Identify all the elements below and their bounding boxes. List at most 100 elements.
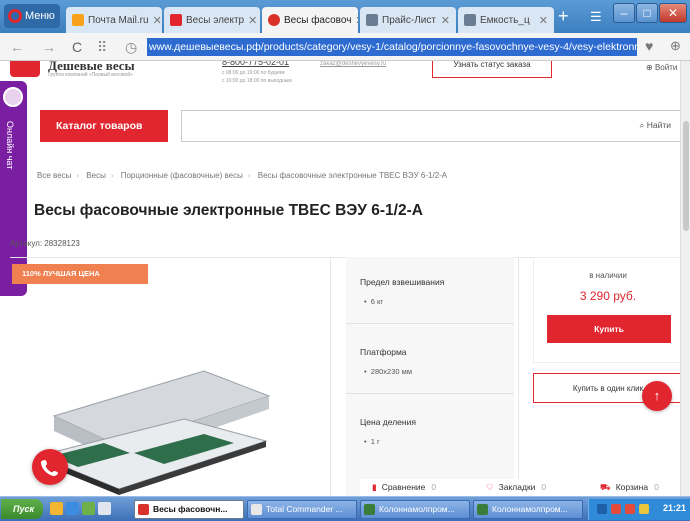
working-hours-weekdays: с 08:00 до 19:00 по будням	[222, 70, 285, 76]
total-commander-icon	[251, 504, 262, 515]
tab-label: Весы электр	[186, 14, 245, 26]
compare-icon: ▮	[372, 482, 377, 492]
price: 3 290 руб.	[579, 289, 637, 303]
divider	[346, 393, 514, 394]
taskbar-item-spreadsheet[interactable]: Колоннамолпром...	[360, 500, 470, 519]
url-field[interactable]: www.дешевыевесы.рф/products/category/ves…	[147, 38, 637, 56]
quicklaunch-icon[interactable]	[98, 502, 111, 515]
heart-icon[interactable]: ♥	[645, 38, 653, 54]
divider	[346, 323, 514, 324]
taskbar-item-spreadsheet[interactable]: Колоннамолпром...	[473, 500, 583, 519]
tray-icon[interactable]	[597, 504, 607, 514]
sku: Артикул: 28328123	[10, 239, 80, 248]
browser-menu-button[interactable]: Меню	[4, 4, 60, 28]
bottom-action-bar: ▮ Сравнение 0 ♡ Закладки 0 ⛟ Корзина 0	[360, 479, 680, 496]
search-icon: ⌕	[639, 120, 645, 130]
sku-label: Артикул:	[10, 239, 43, 248]
sku-value: 28328123	[44, 239, 80, 248]
spec-value-text: 280х230 мм	[370, 367, 412, 376]
tab-container[interactable]: Емкость_ц ✕	[458, 7, 554, 33]
quicklaunch-icon[interactable]	[82, 502, 95, 515]
windows-taskbar: Пуск Весы фасовочн... Total Commander ..…	[0, 496, 690, 521]
breadcrumb-separator: ›	[247, 171, 251, 180]
download-icon[interactable]: ⊕	[670, 38, 681, 54]
document-favicon-icon	[464, 14, 476, 26]
web-page: Дешевые весы Группа компаний «Первый вес…	[0, 61, 690, 496]
close-window-icon[interactable]: ✕	[659, 3, 687, 23]
close-icon[interactable]: ✕	[441, 14, 450, 27]
bookmarks-label: Закладки	[498, 482, 536, 492]
tab-scales-electronic[interactable]: Весы электр ✕	[164, 7, 260, 33]
reload-icon[interactable]: C	[72, 39, 82, 55]
product-image[interactable]	[34, 361, 274, 496]
taskbar-item-label: Весы фасовочн...	[153, 504, 228, 514]
tab-price-list[interactable]: Прайс-Лист ✕	[360, 7, 456, 33]
compare-link[interactable]: ▮ Сравнение 0	[372, 482, 436, 493]
order-status-button[interactable]: Узнать статус заказа	[432, 61, 552, 78]
new-tab-icon[interactable]: +	[558, 6, 569, 27]
divider	[330, 257, 331, 496]
close-icon[interactable]: ✕	[539, 14, 548, 27]
tab-label: Прайс-Лист	[382, 14, 436, 26]
mail-favicon-icon	[72, 14, 84, 26]
system-tray: 21:21	[588, 499, 690, 520]
maximize-icon[interactable]: □	[636, 3, 658, 23]
catalog-button[interactable]: Каталог товаров	[40, 110, 168, 142]
phone-link[interactable]: 8-800-775-02-01	[222, 61, 289, 67]
tray-icon[interactable]	[625, 504, 635, 514]
tab-label: Весы фасовоч	[284, 14, 352, 26]
call-button[interactable]	[32, 449, 68, 485]
taskbar-item-label: Колоннамолпром...	[379, 504, 455, 514]
breadcrumb-scales[interactable]: Весы	[86, 171, 106, 180]
breadcrumb: Все весы › Весы › Порционные (фасовочные) …	[37, 171, 452, 180]
tab-list-icon[interactable]: ☰	[590, 9, 602, 25]
cart-link[interactable]: ⛟ Корзина 0	[600, 482, 659, 494]
breadcrumb-all-scales[interactable]: Все весы	[37, 171, 71, 180]
site-logo-icon[interactable]	[10, 61, 40, 77]
close-icon[interactable]: ✕	[248, 14, 257, 27]
start-button[interactable]: Пуск	[1, 499, 43, 519]
yandex-favicon-icon	[170, 14, 182, 26]
working-hours-weekends: с 10:00 до 18:00 по выходным	[222, 78, 292, 84]
clock: 21:21	[662, 503, 686, 513]
speed-dial-icon[interactable]: ⠿	[97, 39, 107, 56]
site-favicon-icon	[268, 14, 280, 26]
close-icon[interactable]: ✕	[355, 14, 358, 27]
quicklaunch-icon[interactable]	[50, 502, 63, 515]
clock-icon: ◷	[125, 39, 138, 55]
scroll-up-icon[interactable]: ↑	[642, 381, 672, 411]
spec-label: Платформа	[360, 347, 407, 357]
quicklaunch-icon[interactable]	[66, 502, 79, 515]
breadcrumb-portion-scales[interactable]: Порционные (фасовочные) весы	[121, 171, 243, 180]
spec-label: Цена деления	[360, 417, 416, 427]
browser-tab-bar: Меню Почта Mail.ru ✕ Весы электр ✕ Весы …	[0, 0, 690, 33]
opera-icon	[138, 504, 149, 515]
buy-box: в наличии 3 290 руб. Купить	[533, 257, 683, 363]
back-icon[interactable]: ←	[10, 39, 24, 55]
page-scrollbar[interactable]	[680, 61, 690, 496]
tray-icon[interactable]	[639, 504, 649, 514]
taskbar-item-browser[interactable]: Весы фасовочн...	[134, 500, 244, 519]
bookmarks-link[interactable]: ♡ Закладки 0	[486, 482, 546, 493]
buy-button[interactable]: Купить	[547, 315, 671, 343]
taskbar-item-total-commander[interactable]: Total Commander ...	[247, 500, 357, 519]
login-label: Войти	[654, 63, 678, 72]
forward-icon[interactable]: →	[42, 39, 56, 55]
minimize-icon[interactable]: –	[613, 3, 635, 23]
address-bar: ← → C ⠿ ◷ www.дешевыевесы.рф/products/ca…	[0, 33, 690, 61]
email-link[interactable]: zakaz@deshevyevesy.ru	[320, 61, 386, 67]
search-button[interactable]: ⌕ Найти	[640, 120, 671, 131]
login-link[interactable]: ⊕ Войти	[646, 63, 677, 72]
search-input[interactable]: ⌕ Найти	[181, 110, 684, 142]
phone-icon	[41, 460, 58, 476]
tray-icon[interactable]	[611, 504, 621, 514]
page-title: Весы фасовочные электронные ТВЕС ВЭУ 6-1…	[34, 202, 423, 219]
divider	[518, 257, 519, 496]
bookmarks-count: 0	[541, 482, 547, 492]
close-icon[interactable]: ✕	[153, 14, 162, 27]
spec-value: • 1 г	[364, 437, 380, 446]
tab-mail[interactable]: Почта Mail.ru ✕	[66, 7, 162, 33]
scrollbar-thumb[interactable]	[683, 121, 689, 231]
spec-value: • 6 кг	[364, 297, 384, 306]
tab-scales-packing[interactable]: Весы фасовоч ✕	[262, 7, 358, 33]
